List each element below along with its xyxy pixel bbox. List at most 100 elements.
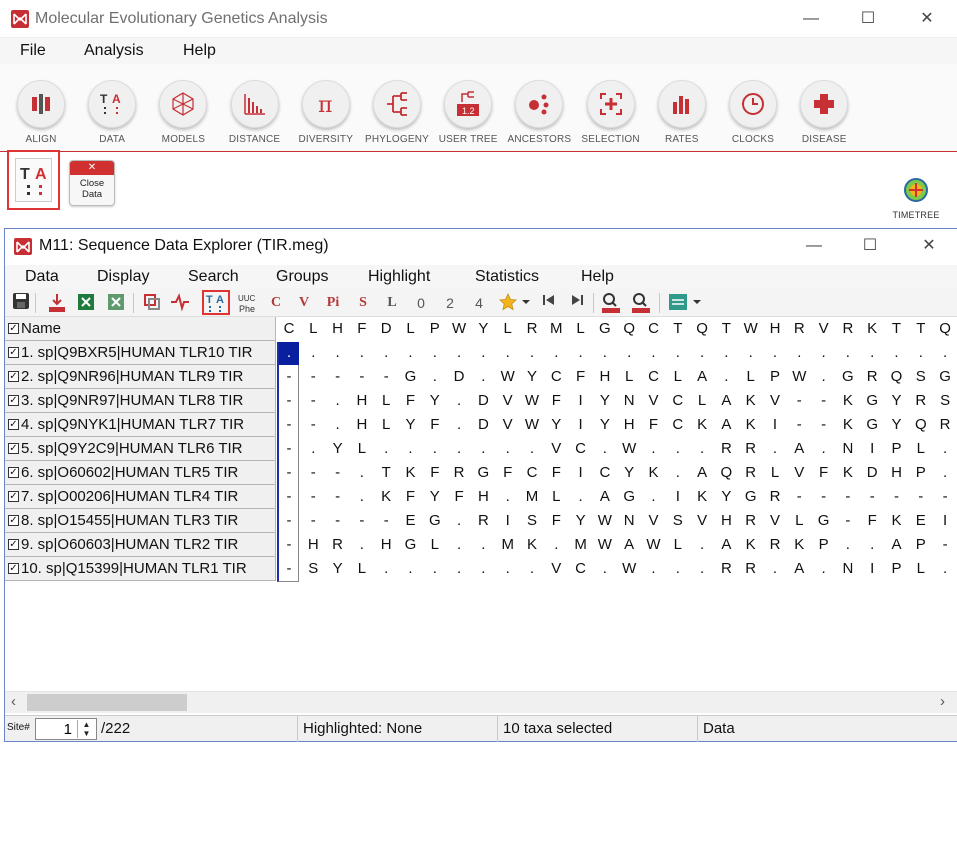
sequence-char[interactable]: C — [593, 461, 617, 485]
name-column-header[interactable]: ✓ Name — [5, 317, 276, 341]
sequence-char[interactable]: G — [812, 509, 836, 533]
menu-search[interactable]: Search — [188, 268, 239, 286]
sequence-char[interactable]: . — [399, 341, 423, 365]
sequence-char[interactable]: . — [399, 437, 423, 461]
sequence-char[interactable]: . — [350, 533, 374, 557]
sequence-char[interactable]: - — [277, 413, 301, 437]
sequence-char[interactable]: . — [714, 341, 738, 365]
sequence-char[interactable]: . — [520, 341, 544, 365]
timetree-button[interactable]: TIMETREE — [888, 177, 944, 220]
sequence-char[interactable]: . — [642, 437, 666, 461]
sequence-char[interactable]: R — [447, 461, 471, 485]
sequence-char[interactable]: . — [763, 437, 787, 461]
sequence-char[interactable]: G — [617, 485, 641, 509]
sequence-char[interactable]: . — [617, 341, 641, 365]
sequence-char[interactable]: K — [739, 389, 763, 413]
explorer-maximize-button[interactable]: ☐ — [855, 235, 885, 257]
tool-diversity[interactable]: π DIVERSITY — [293, 80, 359, 145]
sequence-char[interactable]: A — [617, 533, 641, 557]
sequence-char[interactable]: V — [544, 557, 568, 581]
sequence-char[interactable]: - — [787, 389, 811, 413]
sequence-char[interactable]: . — [812, 437, 836, 461]
sequence-char[interactable]: - — [326, 485, 350, 509]
sequence-char[interactable]: K — [836, 413, 860, 437]
sequence-char[interactable]: . — [642, 485, 666, 509]
sequence-char[interactable]: - — [909, 485, 933, 509]
sequence-char[interactable]: . — [666, 437, 690, 461]
tool-align[interactable]: ALIGN — [8, 80, 74, 145]
sequence-char[interactable]: F — [544, 389, 568, 413]
sequence-char[interactable]: . — [593, 341, 617, 365]
sequence-char[interactable]: R — [471, 509, 495, 533]
sequence-char[interactable]: S — [909, 365, 933, 389]
sequence-char[interactable]: E — [399, 509, 423, 533]
sequence-char[interactable]: A — [787, 437, 811, 461]
sequence-char[interactable]: H — [301, 533, 325, 557]
sequence-char[interactable]: - — [277, 533, 301, 557]
sequence-char[interactable]: . — [787, 341, 811, 365]
sequence-char[interactable]: R — [763, 485, 787, 509]
taxon-checkbox[interactable]: ✓ — [8, 515, 19, 526]
parsimony-sites-button[interactable]: Pi — [322, 292, 344, 314]
sequence-char[interactable]: A — [690, 365, 714, 389]
sequence-char[interactable]: K — [642, 461, 666, 485]
sequence-char[interactable]: . — [544, 341, 568, 365]
sequence-char[interactable]: . — [423, 341, 447, 365]
sequence-char[interactable]: . — [593, 557, 617, 581]
sequence-char[interactable]: L — [739, 365, 763, 389]
sequence-char[interactable]: V — [787, 461, 811, 485]
sequence-char[interactable]: C — [569, 557, 593, 581]
sequence-char[interactable]: K — [739, 533, 763, 557]
sequence-char[interactable]: - — [277, 365, 301, 389]
sequence-char[interactable]: L — [617, 365, 641, 389]
sequence-char[interactable]: M — [496, 533, 520, 557]
sequence-char[interactable]: F — [642, 413, 666, 437]
taxon-checkbox[interactable]: ✓ — [8, 467, 19, 478]
label-sites-button[interactable]: L — [383, 292, 401, 314]
sequence-char[interactable]: W — [617, 557, 641, 581]
sequence-char[interactable]: . — [690, 341, 714, 365]
sequence-char[interactable]: . — [301, 437, 325, 461]
alignment-explorer-button[interactable]: T A — [7, 150, 60, 210]
sequence-char[interactable]: L — [909, 437, 933, 461]
sequence-char[interactable]: D — [860, 461, 884, 485]
sequence-char[interactable]: S — [301, 557, 325, 581]
sequence-char[interactable]: W — [496, 365, 520, 389]
sequence-char[interactable]: S — [933, 389, 957, 413]
sequence-char[interactable]: C — [642, 365, 666, 389]
sequence-char[interactable]: F — [544, 509, 568, 533]
sequence-char[interactable]: . — [739, 341, 763, 365]
sequence-char[interactable]: A — [714, 413, 738, 437]
previous-site-button[interactable] — [540, 292, 558, 314]
tool-rates[interactable]: RATES — [649, 80, 715, 145]
sequence-char[interactable]: W — [593, 533, 617, 557]
sequence-char[interactable]: G — [836, 365, 860, 389]
sequence-char[interactable]: N — [836, 437, 860, 461]
sequence-char[interactable]: I — [496, 509, 520, 533]
sequence-char[interactable]: W — [593, 509, 617, 533]
sequence-char[interactable]: G — [471, 461, 495, 485]
sequence-char[interactable]: Y — [520, 365, 544, 389]
sequence-char[interactable]: W — [617, 437, 641, 461]
tool-models[interactable]: MODELS — [150, 80, 216, 145]
sequence-char[interactable]: . — [933, 557, 957, 581]
sequence-char[interactable]: W — [520, 389, 544, 413]
sequence-char[interactable]: . — [763, 557, 787, 581]
sequence-char[interactable]: . — [423, 557, 447, 581]
close-window-button[interactable]: ✕ — [912, 8, 942, 30]
sequence-char[interactable]: - — [277, 485, 301, 509]
sequence-char[interactable]: - — [277, 389, 301, 413]
sequence-char[interactable]: - — [350, 509, 374, 533]
sequence-char[interactable]: . — [277, 341, 301, 365]
sequence-char[interactable]: . — [642, 341, 666, 365]
sequence-char[interactable]: L — [690, 389, 714, 413]
sequence-char[interactable]: . — [471, 341, 495, 365]
sequence-char[interactable]: - — [812, 389, 836, 413]
sequence-char[interactable]: R — [739, 557, 763, 581]
sequence-char[interactable]: . — [350, 341, 374, 365]
sequence-char[interactable]: V — [496, 389, 520, 413]
sequence-char[interactable]: K — [690, 485, 714, 509]
sequence-char[interactable]: V — [496, 413, 520, 437]
sequence-char[interactable]: I — [569, 389, 593, 413]
sequence-char[interactable]: K — [836, 389, 860, 413]
